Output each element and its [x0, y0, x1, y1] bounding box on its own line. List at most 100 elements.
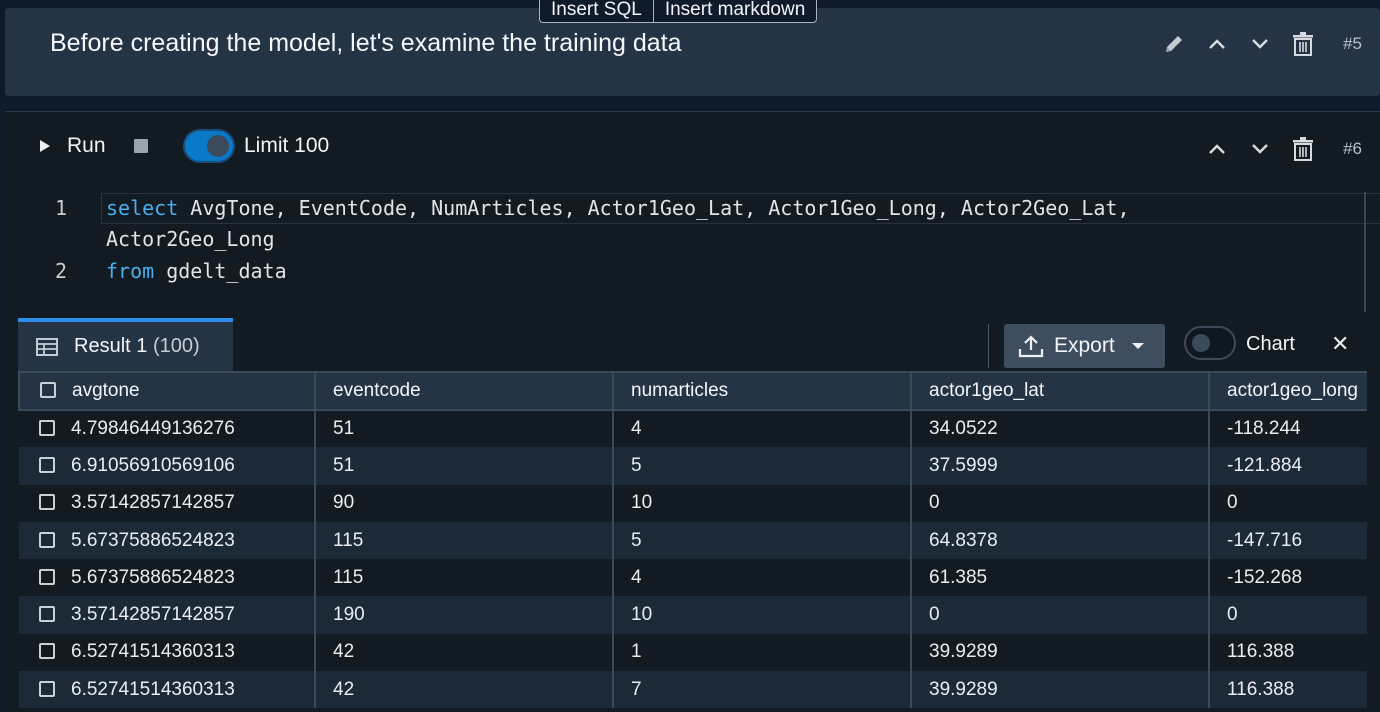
chart-label: Chart: [1246, 333, 1295, 355]
table-cell-numarticles: 5: [612, 447, 911, 485]
tab-label: Result 1: [74, 335, 148, 357]
code-text: AvgTone, EventCode, NumArticles, Actor1G…: [178, 196, 1130, 220]
sql-cell: Run Limit 100 #6 1 select AvgTone, Event…: [5, 111, 1380, 712]
table-cell-eventcode: 51: [314, 447, 613, 485]
table-cell-numarticles: 10: [612, 596, 911, 634]
table-cell-eventcode: 190: [314, 596, 613, 634]
export-button[interactable]: Export: [1004, 324, 1165, 368]
run-button[interactable]: Run: [39, 134, 106, 158]
table-cell-actor1geo-long: -147.716: [1208, 521, 1367, 560]
line-number: 1: [55, 196, 68, 220]
chevron-up-icon: [1208, 144, 1225, 154]
insert-markdown-button[interactable]: Insert markdown: [652, 0, 816, 22]
table-cell-actor1geo-long: -121.884: [1208, 447, 1367, 485]
table-cell-eventcode: 115: [314, 559, 613, 597]
chevron-down-icon: [1251, 39, 1268, 49]
export-label: Export: [1054, 334, 1115, 357]
editor-scrollbar[interactable]: [1364, 192, 1366, 312]
table-cell-avgtone: 6.52741514360313: [19, 633, 315, 672]
row-checkbox[interactable]: [39, 531, 55, 548]
table-cell-numarticles: 10: [612, 484, 911, 522]
chart-toggle[interactable]: [1184, 326, 1236, 360]
table-row[interactable]: 3.57142857142857 190 10 0 0: [19, 596, 1367, 634]
sql-editor[interactable]: 1 select AvgTone, EventCode, NumArticles…: [5, 184, 1380, 304]
run-label: Run: [67, 134, 106, 157]
column-header-numarticles[interactable]: numarticles: [612, 371, 912, 411]
code-line-wrapped: Actor2Geo_Long: [106, 227, 275, 251]
table-icon: [36, 337, 58, 356]
insert-sql-button[interactable]: Insert SQL: [540, 0, 653, 22]
row-checkbox[interactable]: [39, 643, 55, 660]
move-up-button[interactable]: [1195, 29, 1238, 59]
limit-toggle[interactable]: [185, 131, 233, 161]
caret-down-icon: [1131, 343, 1144, 349]
move-down-button[interactable]: [1238, 134, 1281, 164]
column-header-actor1geo-long[interactable]: actor1geo_long: [1208, 371, 1367, 411]
table-cell-avgtone: 3.57142857142857: [19, 484, 315, 522]
table-row[interactable]: 6.52741514360313 42 7 39.9289 116.388: [19, 671, 1367, 709]
code-line: select AvgTone, EventCode, NumArticles, …: [106, 196, 1130, 220]
table-cell-actor1geo-lat: 39.9289: [910, 633, 1209, 672]
table-cell-avgtone: 6.91056910569106: [19, 447, 315, 485]
table-cell-numarticles: 7: [612, 671, 911, 709]
table-cell-actor1geo-long: 116.388: [1208, 633, 1367, 672]
table-cell-actor1geo-long: 0: [1208, 596, 1367, 634]
cell-number: #6: [1343, 139, 1362, 158]
table-cell-actor1geo-lat: 61.385: [910, 559, 1209, 597]
sql-cell-toolbar: Run Limit 100 #6: [5, 112, 1380, 182]
results-table-viewport: avgtone eventcode numarticles actor1geo_…: [18, 371, 1367, 712]
table-cell-actor1geo-lat: 37.5999: [910, 447, 1209, 485]
table-row[interactable]: 5.67375886524823 115 4 61.385 -152.268: [19, 559, 1367, 597]
row-checkbox[interactable]: [39, 420, 55, 437]
column-header-actor1geo-lat[interactable]: actor1geo_lat: [910, 371, 1210, 411]
limit-label: Limit 100: [244, 134, 330, 157]
table-cell-numarticles: 1: [612, 633, 911, 672]
table-cell-actor1geo-long: -152.268: [1208, 559, 1367, 597]
table-row[interactable]: 4.79846449136276 51 4 34.0522 -118.244: [19, 410, 1367, 448]
row-checkbox[interactable]: [39, 456, 55, 473]
table-cell-numarticles: 4: [612, 559, 911, 597]
edit-button[interactable]: [1152, 29, 1195, 59]
table-cell-actor1geo-lat: 0: [910, 596, 1209, 634]
close-icon[interactable]: ✕: [1331, 331, 1349, 357]
table-cell-avgtone: 5.67375886524823: [19, 559, 315, 597]
insert-button-group: Insert SQL Insert markdown: [539, 0, 818, 23]
table-cell-actor1geo-lat: 39.9289: [910, 671, 1209, 709]
trash-icon: [1292, 137, 1313, 161]
trash-icon: [1292, 32, 1313, 56]
table-cell-eventcode: 115: [314, 521, 613, 560]
table-row[interactable]: 6.91056910569106 51 5 37.5999 -121.884: [19, 447, 1367, 485]
row-checkbox[interactable]: [39, 494, 55, 511]
upload-icon: [1018, 335, 1044, 358]
line-number: 2: [55, 259, 68, 283]
table-cell-avgtone: 3.57142857142857: [19, 596, 315, 634]
results-scrollbar[interactable]: [1367, 371, 1380, 712]
column-header-eventcode[interactable]: eventcode: [314, 371, 614, 411]
delete-button[interactable]: [1281, 134, 1324, 164]
markdown-text: Before creating the model, let's examine…: [50, 29, 682, 57]
chevron-down-icon: [1251, 144, 1268, 154]
results-panel: Result 1 (100) Export Chart ✕ avgtone ev…: [18, 318, 1380, 712]
column-header-avgtone[interactable]: avgtone: [18, 371, 316, 411]
select-all-checkbox[interactable]: [40, 382, 56, 398]
move-up-button[interactable]: [1195, 134, 1238, 164]
stop-button[interactable]: [134, 139, 148, 153]
tab-result-1[interactable]: Result 1 (100): [18, 318, 233, 371]
table-row[interactable]: 3.57142857142857 90 10 0 0: [19, 484, 1367, 522]
table-cell-eventcode: 42: [314, 671, 613, 709]
table-cell-avgtone: 6.52741514360313: [19, 671, 315, 709]
sql-cell-tools: #6: [1195, 134, 1362, 164]
code-line: from gdelt_data: [106, 259, 287, 283]
code-text: gdelt_data: [154, 259, 287, 283]
pencil-icon: [1165, 36, 1182, 52]
delete-button[interactable]: [1281, 29, 1324, 59]
table-cell-actor1geo-long: 116.388: [1208, 671, 1367, 709]
markdown-cell-tools: #5: [1152, 29, 1362, 59]
row-checkbox[interactable]: [39, 606, 55, 623]
row-checkbox[interactable]: [39, 568, 55, 585]
table-row[interactable]: 6.52741514360313 42 1 39.9289 116.388: [19, 633, 1367, 672]
move-down-button[interactable]: [1238, 29, 1281, 59]
row-checkbox[interactable]: [39, 680, 55, 697]
toolbar-divider: [988, 324, 989, 368]
table-row[interactable]: 5.67375886524823 115 5 64.8378 -147.716: [19, 521, 1367, 560]
